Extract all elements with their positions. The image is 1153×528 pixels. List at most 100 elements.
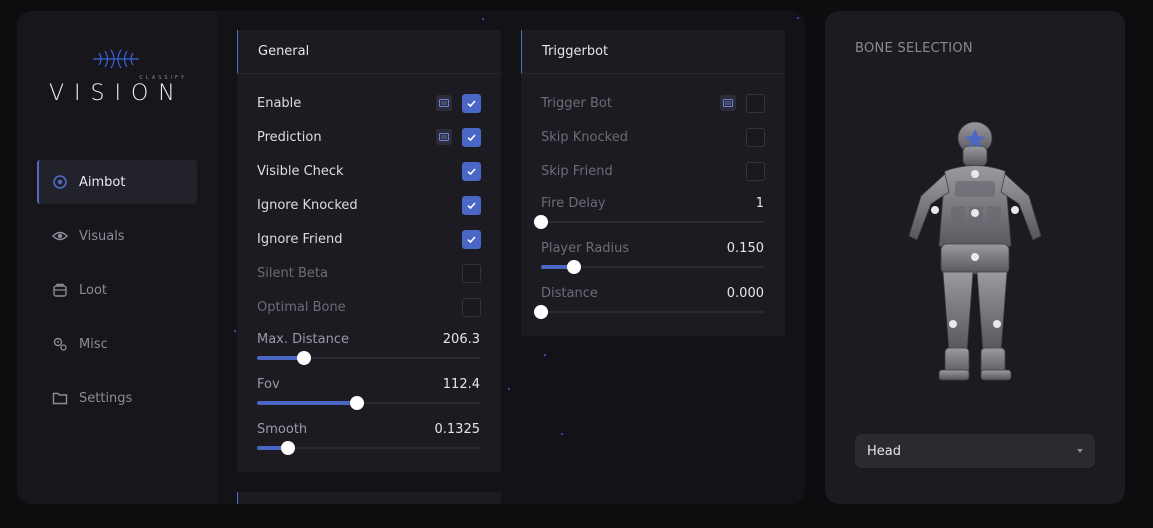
triggerbot-panel: Triggerbot Trigger Bot Skip Knocked Skip F… — [521, 30, 785, 336]
slider-value: 0.000 — [726, 286, 764, 301]
bone-left-knee-marker[interactable] — [949, 320, 957, 328]
toggle-optimal-bone[interactable]: Optimal Bone — [257, 297, 481, 317]
bone-selection-title: BONE SELECTION — [855, 41, 973, 56]
keybind-icon[interactable] — [436, 95, 452, 111]
bone-chest-marker[interactable] — [971, 209, 979, 217]
slider-player-radius[interactable]: Player Radius 0.150 — [541, 241, 764, 275]
bone-right-knee-marker[interactable] — [993, 320, 1001, 328]
sidebar-item-label: Loot — [79, 282, 108, 298]
slider-value: 0.150 — [726, 241, 764, 256]
decor-dot — [797, 17, 799, 19]
checkbox[interactable] — [462, 93, 481, 113]
chevron-down-icon — [1077, 449, 1083, 453]
toggle-label: Ignore Friend — [257, 231, 343, 247]
slider-label: Fire Delay — [541, 196, 606, 211]
decor-dot — [508, 388, 510, 390]
sidebar-item-label: Settings — [79, 390, 133, 406]
toggle-ignore-knocked[interactable]: Ignore Knocked — [257, 195, 481, 215]
slider-label: Max. Distance — [257, 332, 349, 347]
toggle-label: Visible Check — [257, 163, 344, 179]
slider-label: Distance — [541, 286, 598, 301]
bone-selection-panel: BONE SELECTION Head — [825, 11, 1125, 504]
sidebar-item-aimbot[interactable]: Aimbot — [37, 160, 197, 204]
slider-fire-delay[interactable]: Fire Delay 1 — [534, 196, 764, 230]
logo-title: VISION — [49, 81, 185, 106]
folder-icon — [51, 389, 69, 407]
next-panel — [237, 492, 501, 504]
slider-thumb[interactable] — [296, 351, 311, 365]
checkbox[interactable] — [462, 127, 481, 147]
logo-waves-icon — [93, 49, 139, 69]
bone-right-arm-marker[interactable] — [1011, 206, 1019, 214]
decor-dot — [561, 433, 563, 435]
toggle-silent-beta[interactable]: Silent Beta — [257, 263, 481, 283]
eye-icon — [51, 227, 69, 245]
toggle-label: Enable — [257, 95, 302, 111]
slider-value: 0.1325 — [434, 422, 481, 437]
keybind-icon[interactable] — [436, 129, 452, 145]
checkbox[interactable] — [462, 229, 481, 249]
slider-value: 206.3 — [442, 332, 480, 347]
slider-label: Player Radius — [541, 241, 630, 256]
sidebar-item-visuals[interactable]: Visuals — [37, 214, 197, 258]
slider-track[interactable] — [541, 311, 764, 313]
checkbox[interactable] — [746, 127, 765, 147]
sidebar-item-misc[interactable]: Misc — [37, 322, 197, 366]
triggerbot-panel-title: Triggerbot — [521, 30, 785, 74]
slider-value: 1 — [755, 196, 764, 211]
slider-smooth[interactable]: Smooth 0.1325 — [257, 422, 480, 456]
decor-dot — [482, 18, 484, 20]
toggle-label: Trigger Bot — [541, 95, 612, 111]
toggle-label: Silent Beta — [257, 265, 328, 281]
slider-fill — [257, 401, 358, 405]
toggle-visible-check[interactable]: Visible Check — [257, 161, 481, 181]
soldier-model — [908, 121, 1042, 381]
slider-label: Smooth — [257, 422, 308, 437]
bone-left-arm-marker[interactable] — [931, 206, 939, 214]
checkbox[interactable] — [746, 93, 765, 113]
backpack-icon — [51, 281, 69, 299]
checkbox[interactable] — [462, 195, 481, 215]
slider-thumb[interactable] — [534, 305, 548, 319]
keybind-icon[interactable] — [720, 95, 736, 111]
toggle-label: Ignore Knocked — [257, 197, 358, 213]
bone-neck-marker[interactable] — [971, 170, 979, 178]
checkbox[interactable] — [462, 297, 481, 317]
slider-distance[interactable]: Distance 0.000 — [534, 286, 764, 320]
sidebar-item-label: Misc — [79, 336, 108, 352]
crosshair-icon — [51, 173, 69, 191]
sidebar-item-settings[interactable]: Settings — [37, 376, 197, 420]
logo: CLASSIFY VISION — [49, 49, 187, 107]
decor-dot — [234, 330, 236, 332]
slider-thumb[interactable] — [567, 260, 582, 274]
bone-pelvis-marker[interactable] — [971, 253, 979, 261]
slider-thumb[interactable] — [534, 215, 548, 229]
toggle-label: Prediction — [257, 129, 322, 145]
toggle-prediction[interactable]: Prediction — [257, 127, 481, 147]
toggle-label: Skip Knocked — [541, 129, 628, 145]
checkbox[interactable] — [462, 161, 481, 181]
checkbox[interactable] — [462, 263, 481, 283]
toggle-enable[interactable]: Enable — [257, 93, 481, 113]
slider-value: 112.4 — [442, 377, 480, 392]
toggle-label: Skip Friend — [541, 163, 613, 179]
sidebar-item-label: Aimbot — [79, 174, 126, 190]
checkbox[interactable] — [746, 161, 765, 181]
content-area: General Enable Prediction Visible Check Ign… — [217, 11, 805, 504]
bone-select-dropdown[interactable]: Head — [855, 434, 1095, 468]
slider-thumb[interactable] — [281, 441, 296, 455]
toggle-trigger-bot[interactable]: Trigger Bot — [541, 93, 765, 113]
slider-thumb[interactable] — [350, 396, 365, 410]
sidebar: CLASSIFY VISION Aimbot Visuals Loot Misc… — [17, 11, 217, 504]
slider-track[interactable] — [541, 221, 764, 223]
toggle-skip-knocked[interactable]: Skip Knocked — [541, 127, 765, 147]
general-panel-title: General — [237, 30, 501, 74]
slider-max-distance[interactable]: Max. Distance 206.3 — [257, 332, 480, 366]
toggle-skip-friend[interactable]: Skip Friend — [541, 161, 765, 181]
toggle-ignore-friend[interactable]: Ignore Friend — [257, 229, 481, 249]
slider-label: Fov — [257, 377, 280, 392]
slider-fov[interactable]: Fov 112.4 — [257, 377, 480, 411]
sidebar-item-loot[interactable]: Loot — [37, 268, 197, 312]
main-window: CLASSIFY VISION Aimbot Visuals Loot Misc… — [17, 11, 805, 504]
toggle-label: Optimal Bone — [257, 299, 346, 315]
